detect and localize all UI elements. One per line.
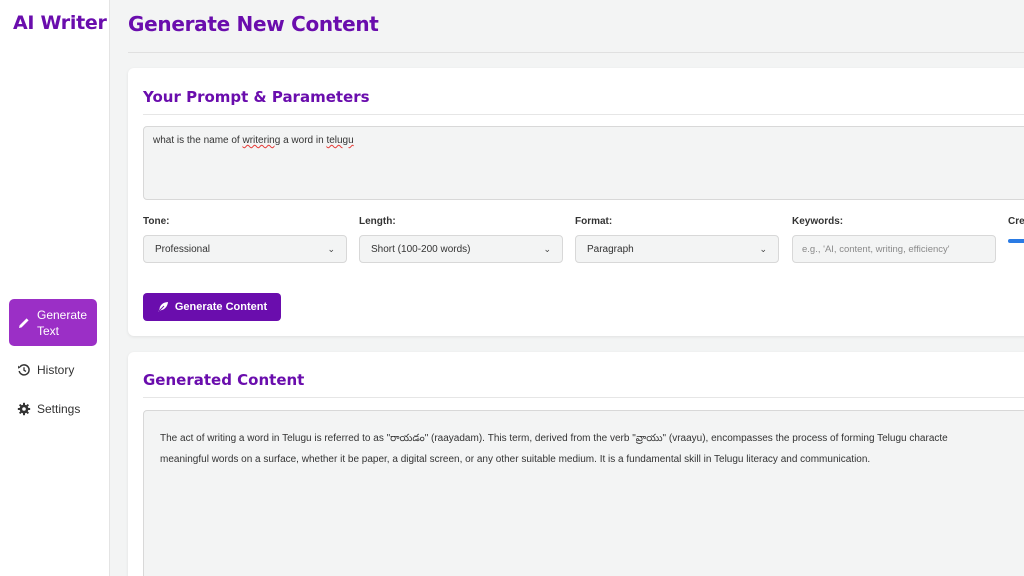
sidebar-item-label: Settings [37,402,81,416]
keywords-input[interactable]: e.g., 'AI, content, writing, efficiency' [792,235,996,263]
page-title: Generate New Content [128,12,379,36]
prompt-text: what is the name of [153,135,243,146]
history-icon [17,363,31,377]
pencil-icon [17,316,31,330]
sidebar-item-generate-text[interactable]: Generate Text [9,299,97,346]
sidebar: AI Writer Generate Text History Settings [0,0,110,576]
sidebar-item-settings[interactable]: Settings [9,399,97,419]
gear-icon [17,402,31,416]
feather-icon [157,301,169,313]
generate-content-button[interactable]: Generate Content [143,293,281,321]
length-value: Short (100-200 words) [371,243,471,255]
keywords-placeholder: e.g., 'AI, content, writing, efficiency' [802,243,950,255]
prompt-input[interactable]: what is the name of writering a word in … [143,126,1024,200]
tone-select[interactable]: Professional ⌄ [143,235,347,263]
length-label: Length: [359,216,396,227]
divider [143,114,1024,115]
prompt-card: Your Prompt & Parameters what is the nam… [128,68,1024,336]
prompt-card-title: Your Prompt & Parameters [143,88,370,106]
tone-label: Tone: [143,216,170,227]
chevron-down-icon: ⌄ [543,243,551,254]
format-select[interactable]: Paragraph ⌄ [575,235,779,263]
sidebar-item-label: Generate Text [37,307,88,338]
divider [143,397,1024,398]
prompt-text: a word in [280,135,327,146]
chevron-down-icon: ⌄ [759,243,767,254]
sidebar-item-history[interactable]: History [9,360,97,380]
prompt-text-misspelled: writering [242,135,281,146]
generate-button-label: Generate Content [174,301,268,313]
tone-value: Professional [155,243,211,255]
creativity-label: Cre [1008,216,1024,227]
generated-text-line: meaningful words on a surface, whether i… [160,454,871,465]
length-select[interactable]: Short (100-200 words) ⌄ [359,235,563,263]
chevron-down-icon: ⌄ [327,243,335,254]
creativity-slider[interactable] [1008,239,1024,243]
generated-content-box[interactable]: The act of writing a word in Telugu is r… [143,410,1024,576]
app-logo: AI Writer [13,12,107,34]
format-value: Paragraph [587,243,634,255]
divider [128,52,1024,53]
output-card: Generated Content The act of writing a w… [128,352,1024,576]
generated-text-line: The act of writing a word in Telugu is r… [160,433,948,444]
sidebar-item-label: History [37,363,75,377]
output-card-title: Generated Content [143,371,305,389]
keywords-label: Keywords: [792,216,844,227]
prompt-text-misspelled: telugu [326,135,354,146]
format-label: Format: [575,216,613,227]
